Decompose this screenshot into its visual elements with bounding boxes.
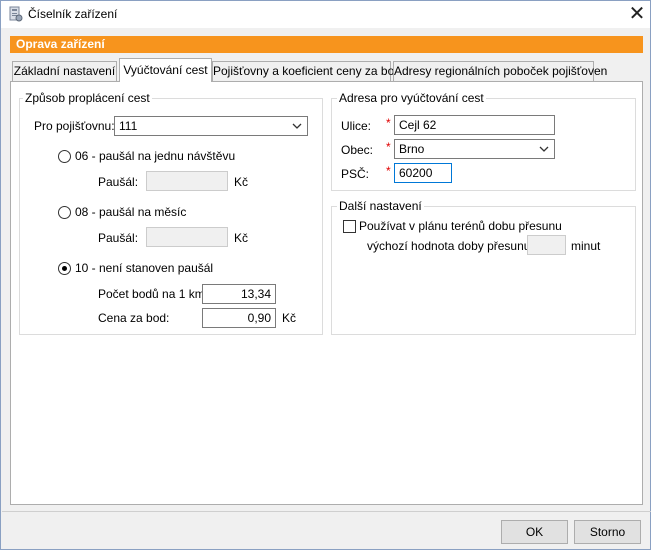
dialog-window: Číselník zařízení ✕ Oprava zařízení Zákl… xyxy=(0,0,651,550)
zip-input[interactable]: 60200 xyxy=(394,163,452,183)
price-currency: Kč xyxy=(282,311,297,325)
option-08-label: 08 - paušál na měsíc xyxy=(75,205,187,219)
default-travel-time-label: výchozí hodnota doby přesunu: xyxy=(367,239,534,253)
option-10-label: 10 - není stanoven paušál xyxy=(75,261,214,275)
close-icon[interactable]: ✕ xyxy=(626,3,648,25)
flat-06-currency: Kč xyxy=(234,175,249,189)
zip-label: PSČ: xyxy=(341,167,370,181)
city-select[interactable]: Brno xyxy=(394,139,555,159)
chevron-down-icon xyxy=(292,123,302,129)
flat-06-label: Paušál: xyxy=(98,175,139,189)
zip-required-mark: * xyxy=(386,164,391,178)
other-settings-caption: Další nastavení xyxy=(337,199,424,213)
window-title: Číselník zařízení xyxy=(28,7,118,21)
billing-address-caption: Adresa pro vyúčtování cest xyxy=(337,91,486,105)
tab-insurers-coefficient[interactable]: Pojišťovny a koeficient ceny za bod xyxy=(212,61,401,81)
form-header: Oprava zařízení xyxy=(10,36,643,53)
city-value: Brno xyxy=(399,142,425,156)
option-06-label: 06 - paušál na jednu návštěvu xyxy=(75,149,236,163)
points-per-km-input[interactable]: 13,34 xyxy=(202,284,276,304)
city-label: Obec: xyxy=(341,143,374,157)
footer-divider xyxy=(2,511,651,512)
tab-panel: Způsob proplácení cest Pro pojišťovnu: 1… xyxy=(10,81,643,505)
points-per-km-label: Počet bodů na 1 km: xyxy=(98,287,209,301)
insurer-value: 111 xyxy=(119,119,138,133)
radio-option-08[interactable] xyxy=(58,206,71,219)
payment-method-caption: Způsob proplácení cest xyxy=(23,91,152,105)
title-bar: Číselník zařízení ✕ xyxy=(1,1,650,28)
flat-08-currency: Kč xyxy=(234,231,249,245)
tab-basic-settings[interactable]: Základní nastavení xyxy=(12,61,117,81)
radio-option-06[interactable] xyxy=(58,150,71,163)
flat-08-input[interactable] xyxy=(146,227,228,247)
travel-time-checkbox[interactable] xyxy=(343,220,356,233)
tab-travel-billing[interactable]: Vyúčtování cest xyxy=(119,58,212,82)
flat-06-input[interactable] xyxy=(146,171,228,191)
insurer-select[interactable]: 111 xyxy=(114,116,308,136)
street-input[interactable]: Cejl 62 xyxy=(394,115,555,135)
cancel-button[interactable]: Storno xyxy=(574,520,641,544)
radio-option-10[interactable] xyxy=(58,262,71,275)
chevron-down-icon xyxy=(539,146,549,152)
default-travel-time-input[interactable] xyxy=(527,235,566,255)
ok-button[interactable]: OK xyxy=(501,520,568,544)
street-label: Ulice: xyxy=(341,119,372,133)
tab-regional-addresses[interactable]: Adresy regionálních poboček pojišťoven xyxy=(393,61,607,81)
app-icon xyxy=(9,6,23,22)
flat-08-label: Paušál: xyxy=(98,231,139,245)
insurer-label: Pro pojišťovnu: xyxy=(34,119,115,133)
street-required-mark: * xyxy=(386,116,391,130)
price-per-point-input[interactable]: 0,90 xyxy=(202,308,276,328)
city-required-mark: * xyxy=(386,140,391,154)
price-per-point-label: Cena za bod: xyxy=(98,311,170,325)
minutes-unit: minut xyxy=(571,239,601,253)
travel-time-label: Používat v plánu terénů dobu přesunu xyxy=(359,219,562,233)
